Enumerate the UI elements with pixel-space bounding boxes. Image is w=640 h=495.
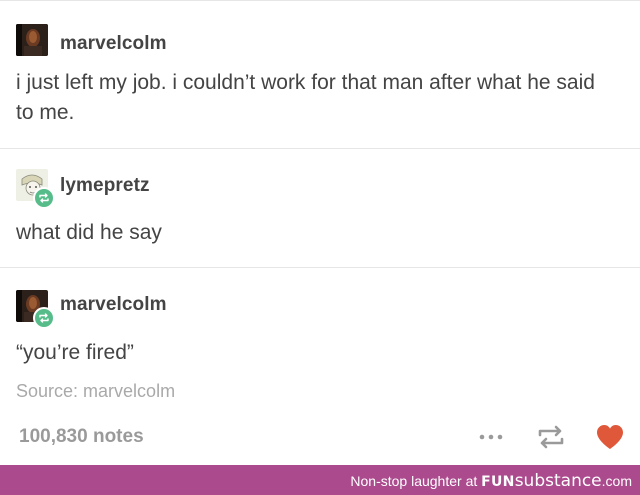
source-label: Source:: [16, 381, 84, 401]
reblog-badge-icon: [33, 307, 55, 329]
watermark-text: Non-stop laughter at FUNsubstance.com: [350, 471, 632, 491]
watermark-bar: Non-stop laughter at FUNsubstance.com: [0, 465, 640, 495]
notes-count[interactable]: 100,830 notes: [19, 426, 144, 448]
source-link[interactable]: marvelcolm: [83, 381, 175, 401]
reblog-badge-icon: [33, 187, 55, 209]
top-divider: [0, 0, 640, 1]
post-username[interactable]: marvelcolm: [60, 294, 167, 316]
post-text: what did he say: [16, 221, 162, 244]
post-source: Source: marvelcolm: [16, 381, 175, 402]
watermark-brand-substance: substance: [514, 471, 602, 491]
watermark-caption: Non-stop laughter at: [350, 473, 482, 489]
post-username[interactable]: marvelcolm: [60, 33, 167, 55]
post-divider: [0, 267, 640, 268]
post-text: i just left my job. i couldn’t work for …: [16, 71, 595, 124]
tumblr-post: marvelcolm i just left my job. i couldn’…: [0, 0, 640, 465]
reblog-icon[interactable]: [537, 425, 565, 449]
dark-portrait-avatar-icon: [16, 24, 48, 56]
watermark-brand-domain: .com: [601, 473, 632, 489]
avatar[interactable]: [16, 24, 48, 56]
post-text: “you’re fired”: [16, 341, 134, 364]
post-divider: [0, 148, 640, 149]
post-username[interactable]: lymepretz: [60, 175, 150, 197]
heart-icon[interactable]: [595, 423, 625, 451]
watermark-brand-fun: FUN: [481, 474, 515, 490]
more-dots-icon[interactable]: [477, 428, 509, 446]
